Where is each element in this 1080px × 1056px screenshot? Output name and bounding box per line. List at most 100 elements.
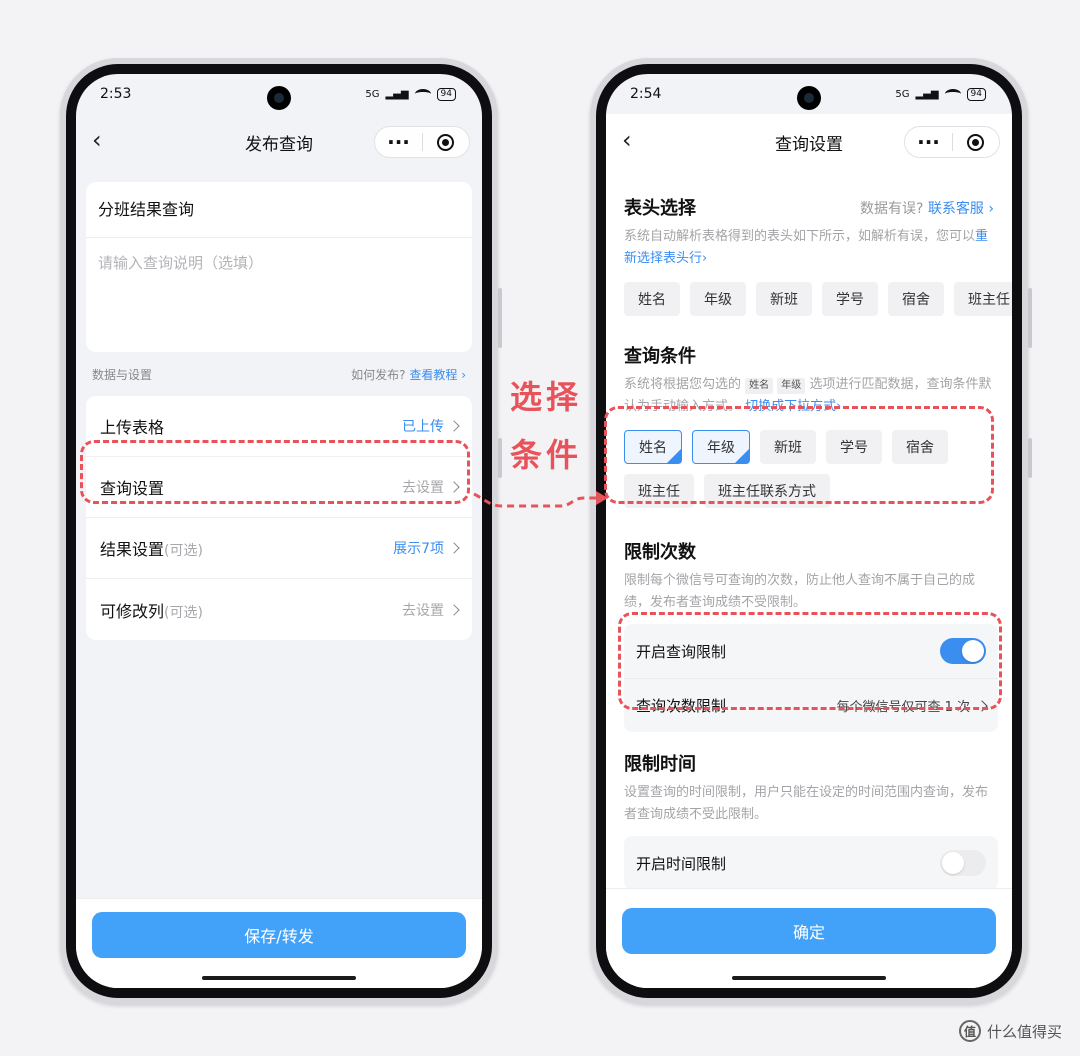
query-count-row[interactable]: 查询次数限制 每个微信号仅可查 1 次 bbox=[624, 678, 998, 732]
header-select-note: 系统自动解析表格得到的表头如下所示，如解析有误，您可以重新选择表头行› bbox=[624, 229, 989, 266]
tag-grade: 年级 bbox=[777, 378, 806, 394]
row-upload-table[interactable]: 上传表格 已上传 bbox=[86, 396, 472, 457]
condition-chip-row-2: 班主任 班主任联系方式 bbox=[624, 474, 830, 508]
time-limit-switch[interactable] bbox=[940, 850, 986, 876]
limit-count-note: 限制每个微信号可查询的次数，防止他人查询不属于自己的成绩，发布者查询成绩不受限制… bbox=[624, 573, 976, 610]
back-icon[interactable]: ‹ bbox=[92, 126, 102, 154]
header-chip[interactable]: 姓名 bbox=[624, 282, 680, 316]
header-chip[interactable]: 年级 bbox=[690, 282, 746, 316]
query-condition-note: 系统将根据您勾选的 姓名 年级 选项进行匹配数据，查询条件默认为手动输入方式。 … bbox=[624, 377, 992, 414]
chevron-right-icon bbox=[448, 481, 460, 493]
network-label: 5G bbox=[895, 88, 910, 100]
query-count-value: 每个微信号仅可查 1 次 bbox=[836, 700, 970, 715]
more-icon[interactable]: ··· bbox=[375, 132, 422, 152]
settings-list: 上传表格 已上传 查询设置 去设置 结果设置(可选) 展示7项 可修改列(可选)… bbox=[86, 396, 472, 640]
condition-chip-selected[interactable]: 年级 bbox=[692, 430, 750, 464]
time-limit-toggle-row: 开启时间限制 bbox=[624, 836, 998, 890]
contact-support-wrap[interactable]: 数据有误? 联系客服 › bbox=[860, 198, 994, 218]
side-button bbox=[498, 288, 502, 348]
tag-name: 姓名 bbox=[745, 378, 774, 394]
battery-icon: 94 bbox=[966, 87, 986, 101]
save-forward-button[interactable]: 保存/转发 bbox=[92, 912, 466, 958]
chevron-right-icon: › bbox=[702, 251, 708, 266]
limit-time-card: 开启时间限制 bbox=[624, 836, 998, 890]
side-button bbox=[498, 438, 502, 478]
header-chip[interactable]: 学号 bbox=[822, 282, 878, 316]
watermark: 值 什么值得买 bbox=[958, 1020, 1062, 1042]
query-limit-toggle-row: 开启查询限制 bbox=[624, 624, 998, 678]
mini-program-capsule: ··· bbox=[374, 126, 470, 158]
signal-icon: ▂▄▆ bbox=[385, 88, 409, 100]
nav-bar: ‹ 发布查询 ··· bbox=[76, 114, 482, 170]
annotation-text: 选择 条件 bbox=[509, 378, 582, 474]
condition-chip-row-1: 姓名 年级 新班 学号 宿舍 bbox=[624, 430, 948, 464]
screen-left: 2:53 5G ▂▄▆ 94 ‹ 发布查询 ··· 分班结果查询 请输入查询说明… bbox=[76, 74, 482, 988]
phone-right: 2:54 5G ▂▄▆ 94 ‹ 查询设置 ··· 表头选择 数据有误? 联系客… bbox=[590, 58, 1032, 1004]
wifi-icon bbox=[944, 89, 961, 99]
query-condition-title: 查询条件 bbox=[624, 346, 696, 367]
contact-support-link[interactable]: 联系客服 bbox=[928, 201, 984, 217]
annotation-arrow bbox=[473, 491, 608, 508]
limit-time-note: 设置查询的时间限制，用户只能在设定的时间范围内查询，发布者查询成绩不受此限制。 bbox=[624, 785, 989, 822]
header-chip[interactable]: 宿舍 bbox=[888, 282, 944, 316]
chevron-right-icon bbox=[976, 699, 988, 712]
status-time: 2:54 bbox=[630, 86, 662, 102]
home-indicator bbox=[202, 976, 356, 980]
limit-count-card: 开启查询限制 查询次数限制 每个微信号仅可查 1 次 bbox=[624, 624, 998, 732]
switch-dropdown-link[interactable]: 切换成下拉方式 bbox=[745, 399, 836, 414]
header-chip-list: 姓名 年级 新班 学号 宿舍 班主任 bbox=[624, 282, 1012, 316]
settings-body: 表头选择 数据有误? 联系客服 › 系统自动解析表格得到的表头如下所示，如解析有… bbox=[606, 170, 1012, 988]
condition-chip-selected[interactable]: 姓名 bbox=[624, 430, 682, 464]
row-editable-columns[interactable]: 可修改列(可选) 去设置 bbox=[86, 579, 472, 640]
close-target-icon[interactable] bbox=[953, 133, 999, 151]
more-icon[interactable]: ··· bbox=[905, 132, 952, 152]
status-icons: 5G ▂▄▆ 94 bbox=[895, 87, 986, 101]
condition-chip[interactable]: 宿舍 bbox=[892, 430, 948, 464]
page-title: 查询设置 bbox=[775, 134, 843, 155]
watermark-logo-icon: 值 bbox=[958, 1020, 981, 1042]
query-name-field[interactable]: 分班结果查询 bbox=[86, 182, 472, 238]
chevron-right-icon: › bbox=[836, 399, 842, 414]
chevron-right-icon: › bbox=[988, 201, 994, 217]
screen-right: 2:54 5G ▂▄▆ 94 ‹ 查询设置 ··· 表头选择 数据有误? 联系客… bbox=[606, 74, 1012, 988]
condition-chip[interactable]: 班主任联系方式 bbox=[704, 474, 830, 508]
row-result-settings[interactable]: 结果设置(可选) 展示7项 bbox=[86, 518, 472, 579]
chevron-right-icon: › bbox=[461, 368, 466, 382]
wifi-icon bbox=[414, 89, 431, 99]
battery-icon: 94 bbox=[436, 87, 456, 101]
row-query-settings[interactable]: 查询设置 去设置 bbox=[86, 457, 472, 518]
condition-chip[interactable]: 班主任 bbox=[624, 474, 694, 508]
mini-program-capsule: ··· bbox=[904, 126, 1000, 158]
side-button bbox=[1028, 438, 1032, 478]
camera-icon bbox=[797, 86, 821, 110]
limit-time-title: 限制时间 bbox=[624, 754, 696, 775]
tutorial-link[interactable]: 查看教程 bbox=[409, 368, 457, 382]
limit-count-title: 限制次数 bbox=[624, 542, 696, 563]
header-chip[interactable]: 新班 bbox=[756, 282, 812, 316]
section-label: 数据与设置 bbox=[92, 368, 153, 382]
header-chip[interactable]: 班主任 bbox=[954, 282, 1012, 316]
page-title: 发布查询 bbox=[245, 134, 313, 155]
network-label: 5G bbox=[365, 88, 380, 100]
back-icon[interactable]: ‹ bbox=[622, 126, 632, 154]
condition-chip[interactable]: 学号 bbox=[826, 430, 882, 464]
condition-chip[interactable]: 新班 bbox=[760, 430, 816, 464]
side-button bbox=[1028, 288, 1032, 348]
status-time: 2:53 bbox=[100, 86, 132, 102]
tutorial-link-wrap[interactable]: 如何发布? 查看教程 › bbox=[351, 366, 466, 383]
status-icons: 5G ▂▄▆ 94 bbox=[365, 87, 456, 101]
signal-icon: ▂▄▆ bbox=[915, 88, 939, 100]
query-info-card: 分班结果查询 请输入查询说明（选填） bbox=[86, 182, 472, 352]
nav-bar: ‹ 查询设置 ··· bbox=[606, 114, 1012, 170]
camera-icon bbox=[267, 86, 291, 110]
confirm-button[interactable]: 确定 bbox=[622, 908, 996, 954]
chevron-right-icon bbox=[448, 542, 460, 554]
header-select-title: 表头选择 bbox=[624, 198, 696, 219]
phone-left: 2:53 5G ▂▄▆ 94 ‹ 发布查询 ··· 分班结果查询 请输入查询说明… bbox=[60, 58, 502, 1004]
query-desc-input[interactable]: 请输入查询说明（选填） bbox=[86, 238, 472, 287]
chevron-right-icon bbox=[448, 420, 460, 432]
section-header: 数据与设置 如何发布? 查看教程 › bbox=[92, 366, 466, 383]
query-limit-switch[interactable] bbox=[940, 638, 986, 664]
chevron-right-icon bbox=[448, 603, 460, 616]
close-target-icon[interactable] bbox=[423, 133, 469, 151]
